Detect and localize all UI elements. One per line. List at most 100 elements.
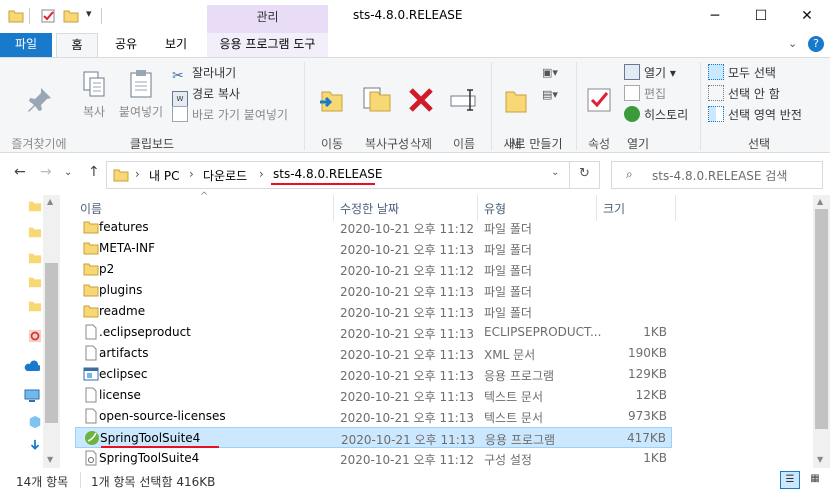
column-header-type[interactable]: 유형 <box>484 200 506 217</box>
help-icon[interactable]: ? <box>808 36 824 52</box>
file-row[interactable]: artifacts 2020-10-21 오후 11:13 XML 문서 190KB <box>75 343 672 364</box>
context-tab-manage[interactable]: 관리 <box>207 5 328 33</box>
file-list-scrollbar[interactable]: ▲ ▼ <box>813 195 830 468</box>
up-icon[interactable]: ↑ <box>88 164 100 180</box>
file-name: SpringToolSuite4 <box>100 431 201 445</box>
ribbon: 즐겨찾기에 고정 복사 붙여넣기 ✂잘라내기 W경로 복사 바로 가기 붙여넣기… <box>0 57 830 167</box>
column-header-date[interactable]: 수정한 날짜 <box>340 200 399 217</box>
tab-home[interactable]: 홈 <box>56 33 98 57</box>
search-placeholder: sts-4.8.0.RELEASE 검색 <box>652 169 788 183</box>
quick-access-folder-icon[interactable] <box>28 275 42 289</box>
downloads-icon[interactable] <box>28 439 42 453</box>
red-underline-annotation <box>271 183 375 185</box>
file-date: 2020-10-21 오후 11:13 <box>340 348 475 362</box>
edit-label: 편집 <box>644 87 667 101</box>
refresh-icon[interactable]: ↻ <box>579 166 590 181</box>
copy-button[interactable]: 복사 <box>76 68 112 120</box>
invert-selection-button[interactable]: 선택 영역 반전 <box>708 105 802 125</box>
ribbon-expand-icon[interactable]: ⌄ <box>788 37 797 50</box>
file-size: 973KB <box>627 409 667 423</box>
select-none-label: 선택 안 함 <box>728 87 780 101</box>
file-row[interactable]: open-source-licenses 2020-10-21 오후 11:13 텍… <box>75 406 672 427</box>
maximize-button[interactable]: ☐ <box>738 0 784 32</box>
file-row[interactable]: readme 2020-10-21 오후 11:13 파일 폴더 <box>75 301 672 322</box>
forward-icon[interactable]: → <box>40 164 52 180</box>
file-type: 구성 설정 <box>484 453 532 467</box>
file-row[interactable]: p2 2020-10-21 오후 11:12 파일 폴더 <box>75 259 672 280</box>
file-row[interactable]: features 2020-10-21 오후 11:12 파일 폴더 <box>75 217 672 238</box>
file-date: 2020-10-21 오후 11:13 <box>340 327 475 341</box>
file-row[interactable]: SpringToolSuite4 2020-10-21 오후 11:12 구성 설정… <box>75 448 672 469</box>
breadcrumb-downloads[interactable]: 다운로드 <box>203 167 247 184</box>
nav-pane-scrollbar[interactable]: ▲ ▼ <box>43 195 60 468</box>
file-type: 파일 폴더 <box>484 264 532 278</box>
quick-access-folder-icon[interactable] <box>28 225 42 239</box>
cut-button[interactable]: ✂ 잘라내기 <box>172 63 236 84</box>
nav-scroll-thumb[interactable] <box>45 263 58 423</box>
scroll-down-icon[interactable]: ▼ <box>47 455 53 464</box>
delete-icon <box>409 88 433 112</box>
new-item-icon[interactable]: ▣▾ <box>542 66 560 82</box>
copy-icon <box>83 71 105 97</box>
this-pc-icon[interactable] <box>24 389 40 403</box>
new-folder-quick-icon[interactable] <box>63 8 79 24</box>
group-separator <box>304 62 305 150</box>
close-button[interactable]: ✕ <box>784 0 830 32</box>
quick-access-folder-icon[interactable] <box>28 199 42 213</box>
scroll-up-icon[interactable]: ▲ <box>817 197 823 206</box>
scroll-down-icon[interactable]: ▼ <box>817 455 823 464</box>
details-view-icon[interactable]: ☰ <box>780 471 800 489</box>
file-row[interactable]: META-INF 2020-10-21 오후 11:13 파일 폴더 <box>75 238 672 259</box>
select-all-label: 모두 선택 <box>728 66 776 80</box>
creative-cloud-icon[interactable] <box>28 329 42 343</box>
file-row[interactable]: plugins 2020-10-21 오후 11:13 파일 폴더 <box>75 280 672 301</box>
3d-objects-icon[interactable] <box>28 415 42 429</box>
onedrive-icon[interactable] <box>24 359 40 373</box>
folder-icon <box>83 242 99 255</box>
select-none-button[interactable]: 선택 안 함 <box>708 84 780 104</box>
scroll-up-icon[interactable]: ▲ <box>47 197 53 206</box>
open-button[interactable]: 열기 ▾ <box>624 63 676 83</box>
ribbon-tabs: 파일 홈 공유 보기 응용 프로그램 도구 ⌄ ? <box>0 33 830 57</box>
back-icon[interactable]: ← <box>14 164 26 180</box>
breadcrumb-current-folder[interactable]: sts-4.8.0.RELEASE <box>273 167 382 181</box>
column-header-size[interactable]: 크기 <box>603 200 625 217</box>
file-row[interactable]: .eclipseproduct 2020-10-21 오후 11:13 ECLIPS… <box>75 322 672 343</box>
edit-button[interactable]: 편집 <box>624 84 666 104</box>
history-button[interactable]: 히스토리 <box>624 105 688 125</box>
folder-icon <box>83 305 99 318</box>
customize-quick-access-icon[interactable]: ▾ <box>86 7 92 20</box>
address-dropdown-icon[interactable]: ⌄ <box>551 167 559 178</box>
easy-access-icon[interactable]: ▤▾ <box>542 88 560 104</box>
minimize-button[interactable]: ─ <box>692 0 738 32</box>
breadcrumb-this-pc[interactable]: 내 PC <box>149 167 179 184</box>
quick-access-folder-icon[interactable] <box>28 299 42 313</box>
select-all-button[interactable]: 모두 선택 <box>708 63 776 83</box>
paste-shortcut-button[interactable]: 바로 가기 붙여넣기 <box>172 105 288 125</box>
tab-share[interactable]: 공유 <box>106 33 146 57</box>
file-row[interactable]: license 2020-10-21 오후 11:13 텍스트 문서 12KB <box>75 385 672 406</box>
column-divider[interactable] <box>675 195 676 221</box>
group-label-clipboard: 클립보드 <box>129 137 175 151</box>
properties-icon[interactable] <box>40 8 56 24</box>
copy-path-button[interactable]: W 경로 복사 <box>172 84 240 107</box>
tab-view[interactable]: 보기 <box>156 33 196 57</box>
new-folder-icon <box>505 91 527 113</box>
quick-access-folder-icon[interactable] <box>28 251 42 265</box>
file-name: META-INF <box>99 241 156 255</box>
tab-file[interactable]: 파일 <box>0 33 52 57</box>
large-icons-view-icon[interactable]: ▦ <box>805 471 825 489</box>
paste-button[interactable]: 붙여넣기 <box>114 68 168 120</box>
file-date: 2020-10-21 오후 11:13 <box>340 285 475 299</box>
tab-app-tools[interactable]: 응용 프로그램 도구 <box>207 33 328 57</box>
sort-ascending-icon: ^ <box>200 191 209 202</box>
search-box[interactable]: ⌕ sts-4.8.0.RELEASE 검색 <box>611 161 823 189</box>
file-row[interactable]: SpringToolSuite4 2020-10-21 오후 11:13 응용 프로… <box>75 427 672 448</box>
file-name: p2 <box>99 262 115 276</box>
address-bar[interactable]: › 내 PC › 다운로드 › sts-4.8.0.RELEASE ⌄ ↻ <box>106 161 600 189</box>
recent-locations-icon[interactable]: ⌄ <box>64 167 72 178</box>
file-row[interactable]: eclipsec 2020-10-21 오후 11:13 응용 프로그램 129KB <box>75 364 672 385</box>
select-all-icon <box>708 64 724 80</box>
list-scroll-thumb[interactable] <box>815 209 828 429</box>
column-header-name[interactable]: 이름 <box>80 200 102 217</box>
